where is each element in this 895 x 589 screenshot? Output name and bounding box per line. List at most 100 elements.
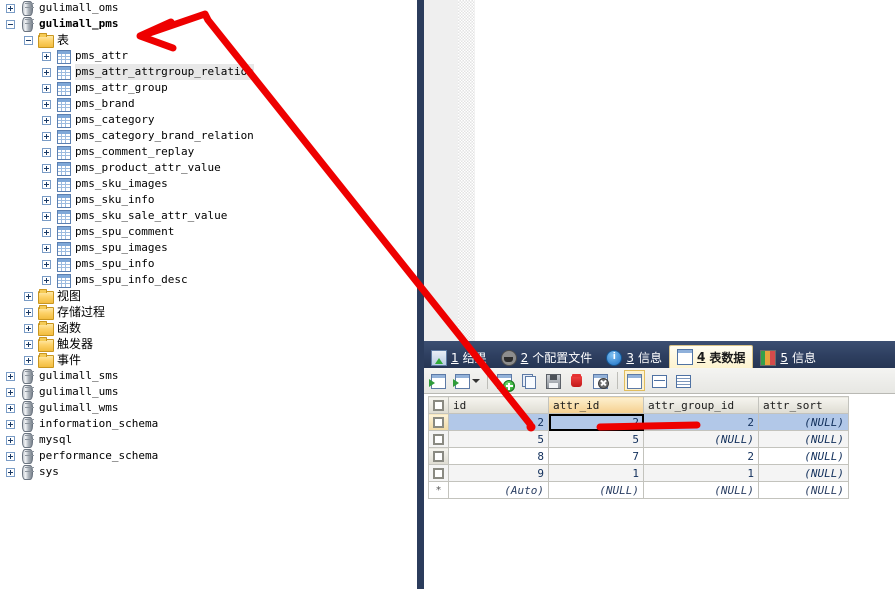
cell-attr_id[interactable]: 7 [548, 447, 644, 465]
expand-plus-icon[interactable] [24, 355, 33, 365]
new-cell-attr_id[interactable]: (NULL) [548, 481, 644, 499]
table-row[interactable]: 9 1 1 (NULL) [428, 464, 849, 482]
tree-node[interactable]: pms_brand [0, 96, 417, 112]
expand-plus-icon[interactable] [42, 99, 51, 109]
tree-node[interactable]: pms_spu_comment [0, 224, 417, 240]
checkbox-icon[interactable] [433, 417, 444, 428]
tree-node[interactable]: mysql [0, 432, 417, 448]
tree-node[interactable]: gulimall_sms [0, 368, 417, 384]
column-header-attr_sort[interactable]: attr_sort [758, 396, 849, 414]
tree-node[interactable]: pms_attr_group [0, 80, 417, 96]
expand-plus-icon[interactable] [42, 67, 51, 77]
column-header-attr_group_id[interactable]: attr_group_id [643, 396, 759, 414]
cell-id[interactable]: 2 [448, 413, 549, 431]
checkbox-icon[interactable] [433, 400, 444, 411]
expand-plus-icon[interactable] [42, 275, 51, 285]
tree-node[interactable]: 事件 [0, 352, 417, 368]
tree-node[interactable]: pms_sku_images [0, 176, 417, 192]
expand-plus-icon[interactable] [24, 307, 33, 317]
expand-plus-icon[interactable] [42, 147, 51, 157]
cell-id[interactable]: 5 [448, 430, 549, 448]
expand-plus-icon[interactable] [6, 451, 15, 461]
tree-node[interactable]: pms_sku_sale_attr_value [0, 208, 417, 224]
tree-node[interactable]: 函数 [0, 320, 417, 336]
add-record-icon[interactable] [494, 370, 515, 392]
tree-node[interactable]: gulimall_ums [0, 384, 417, 400]
grid-view-icon[interactable] [624, 370, 645, 391]
tree-node[interactable]: gulimall_oms [0, 0, 417, 16]
tree-node[interactable]: 触发器 [0, 336, 417, 352]
save-record-icon[interactable] [542, 370, 563, 391]
tree-node[interactable]: sys [0, 464, 417, 480]
tree-node[interactable]: pms_sku_info [0, 192, 417, 208]
expand-plus-icon[interactable] [24, 291, 33, 301]
expand-plus-icon[interactable] [24, 339, 33, 349]
cell-attr_group_id[interactable]: 2 [643, 413, 759, 431]
tree-node[interactable]: 存储过程 [0, 304, 417, 320]
grid-body[interactable]: 2 2 2 (NULL) 5 5 (NULL) (NULL) 8 7 2 (NULL) 9 1 1 (NULL… [428, 413, 849, 499]
row-checkbox[interactable] [428, 447, 449, 465]
collapse-minus-icon[interactable] [6, 19, 15, 29]
row-checkbox[interactable] [428, 413, 449, 431]
expand-plus-icon[interactable] [42, 259, 51, 269]
column-header-attr_id[interactable]: attr_id [548, 396, 644, 414]
cell-attr_group_id[interactable]: 2 [643, 447, 759, 465]
cell-id[interactable]: 8 [448, 447, 549, 465]
tree-node[interactable]: pms_spu_images [0, 240, 417, 256]
table-row[interactable]: 5 5 (NULL) (NULL) [428, 430, 849, 448]
tab-4[interactable]: 4 表数据 [668, 345, 754, 368]
tree-node[interactable]: gulimall_wms [0, 400, 417, 416]
table-row[interactable]: 8 7 2 (NULL) [428, 447, 849, 465]
tab-5[interactable]: 5 信息 [753, 347, 823, 368]
form-view-icon[interactable] [648, 370, 669, 391]
duplicate-record-icon[interactable] [518, 370, 539, 391]
expand-plus-icon[interactable] [42, 243, 51, 253]
select-all-header[interactable] [428, 396, 449, 414]
tree-node[interactable]: pms_category_brand_relation [0, 128, 417, 144]
row-checkbox[interactable] [428, 464, 449, 482]
cell-attr_sort[interactable]: (NULL) [758, 464, 849, 482]
expand-plus-icon[interactable] [42, 131, 51, 141]
discard-changes-icon[interactable] [590, 370, 611, 391]
expand-plus-icon[interactable] [42, 83, 51, 93]
tree-node[interactable]: pms_spu_info_desc [0, 272, 417, 288]
expand-plus-icon[interactable] [6, 3, 15, 13]
expand-plus-icon[interactable] [42, 227, 51, 237]
tab-3[interactable]: i 3 信息 [599, 347, 669, 368]
checkbox-icon[interactable] [433, 468, 444, 479]
refresh-dropdown-icon[interactable] [452, 370, 481, 391]
row-checkbox[interactable] [428, 430, 449, 448]
grid-toolbar[interactable] [424, 368, 895, 394]
cell-attr_id[interactable]: 5 [548, 430, 644, 448]
table-row[interactable]: 2 2 2 (NULL) [428, 413, 849, 431]
tab-2[interactable]: 2 个配置文件 [494, 347, 600, 368]
cell-attr_group_id[interactable]: (NULL) [643, 430, 759, 448]
cell-attr_sort[interactable]: (NULL) [758, 447, 849, 465]
collapse-minus-icon[interactable] [24, 35, 33, 45]
new-cell-id[interactable]: (Auto) [448, 481, 549, 499]
expand-plus-icon[interactable] [6, 419, 15, 429]
delete-record-icon[interactable] [566, 370, 587, 391]
cell-attr_sort[interactable]: (NULL) [758, 430, 849, 448]
expand-plus-icon[interactable] [6, 467, 15, 477]
tab-1[interactable]: 1 结果 [424, 347, 494, 368]
cell-attr_sort[interactable]: (NULL) [758, 413, 849, 431]
expand-plus-icon[interactable] [42, 195, 51, 205]
expand-plus-icon[interactable] [42, 51, 51, 61]
data-grid[interactable]: id attr_id attr_group_id attr_sort 2 2 2 (NULL… [428, 396, 849, 499]
cell-attr_id[interactable]: 2 [548, 413, 644, 431]
tree-node[interactable]: gulimall_pms [0, 16, 417, 32]
result-tab-bar[interactable]: 1 结果 2 个配置文件 i 3 信息 4 表数据 5 信息 [424, 341, 895, 368]
expand-plus-icon[interactable] [42, 211, 51, 221]
new-cell-attr_sort[interactable]: (NULL) [758, 481, 849, 499]
text-view-icon[interactable] [672, 370, 693, 391]
expand-plus-icon[interactable] [6, 403, 15, 413]
vertical-splitter[interactable] [417, 0, 424, 589]
tree-node[interactable]: pms_product_attr_value [0, 160, 417, 176]
tree-node[interactable]: performance_schema [0, 448, 417, 464]
checkbox-icon[interactable] [433, 451, 444, 462]
column-header-id[interactable]: id [448, 396, 549, 414]
tree-node[interactable]: pms_comment_replay [0, 144, 417, 160]
cell-attr_id[interactable]: 1 [548, 464, 644, 482]
tree-node[interactable]: information_schema [0, 416, 417, 432]
